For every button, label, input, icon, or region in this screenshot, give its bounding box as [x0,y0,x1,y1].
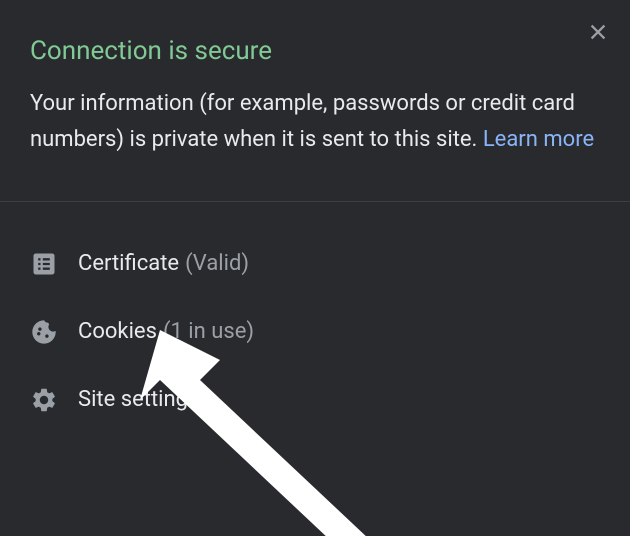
cookies-item[interactable]: Cookies (1 in use) [0,298,630,366]
menu-list: Certificate (Valid) Cookies (1 in use) S… [0,202,630,434]
certificate-icon [30,250,78,278]
header: Connection is secure Your information (f… [0,0,630,159]
certificate-label: Certificate [78,251,179,276]
cookies-status: (1 in use) [163,319,254,344]
connection-description: Your information (for example, passwords… [30,86,600,159]
site-info-popup: Connection is secure Your information (f… [0,0,630,536]
site-settings-label: Site settings [78,387,199,412]
certificate-status: (Valid) [185,251,249,276]
cookies-label: Cookies [78,319,157,344]
cookie-icon [30,318,78,346]
learn-more-link[interactable]: Learn more [483,127,594,152]
connection-title: Connection is secure [30,36,600,66]
site-settings-item[interactable]: Site settings [0,366,630,434]
close-icon [587,21,609,43]
gear-icon [30,386,78,414]
certificate-item[interactable]: Certificate (Valid) [0,230,630,298]
close-button[interactable] [584,18,612,46]
